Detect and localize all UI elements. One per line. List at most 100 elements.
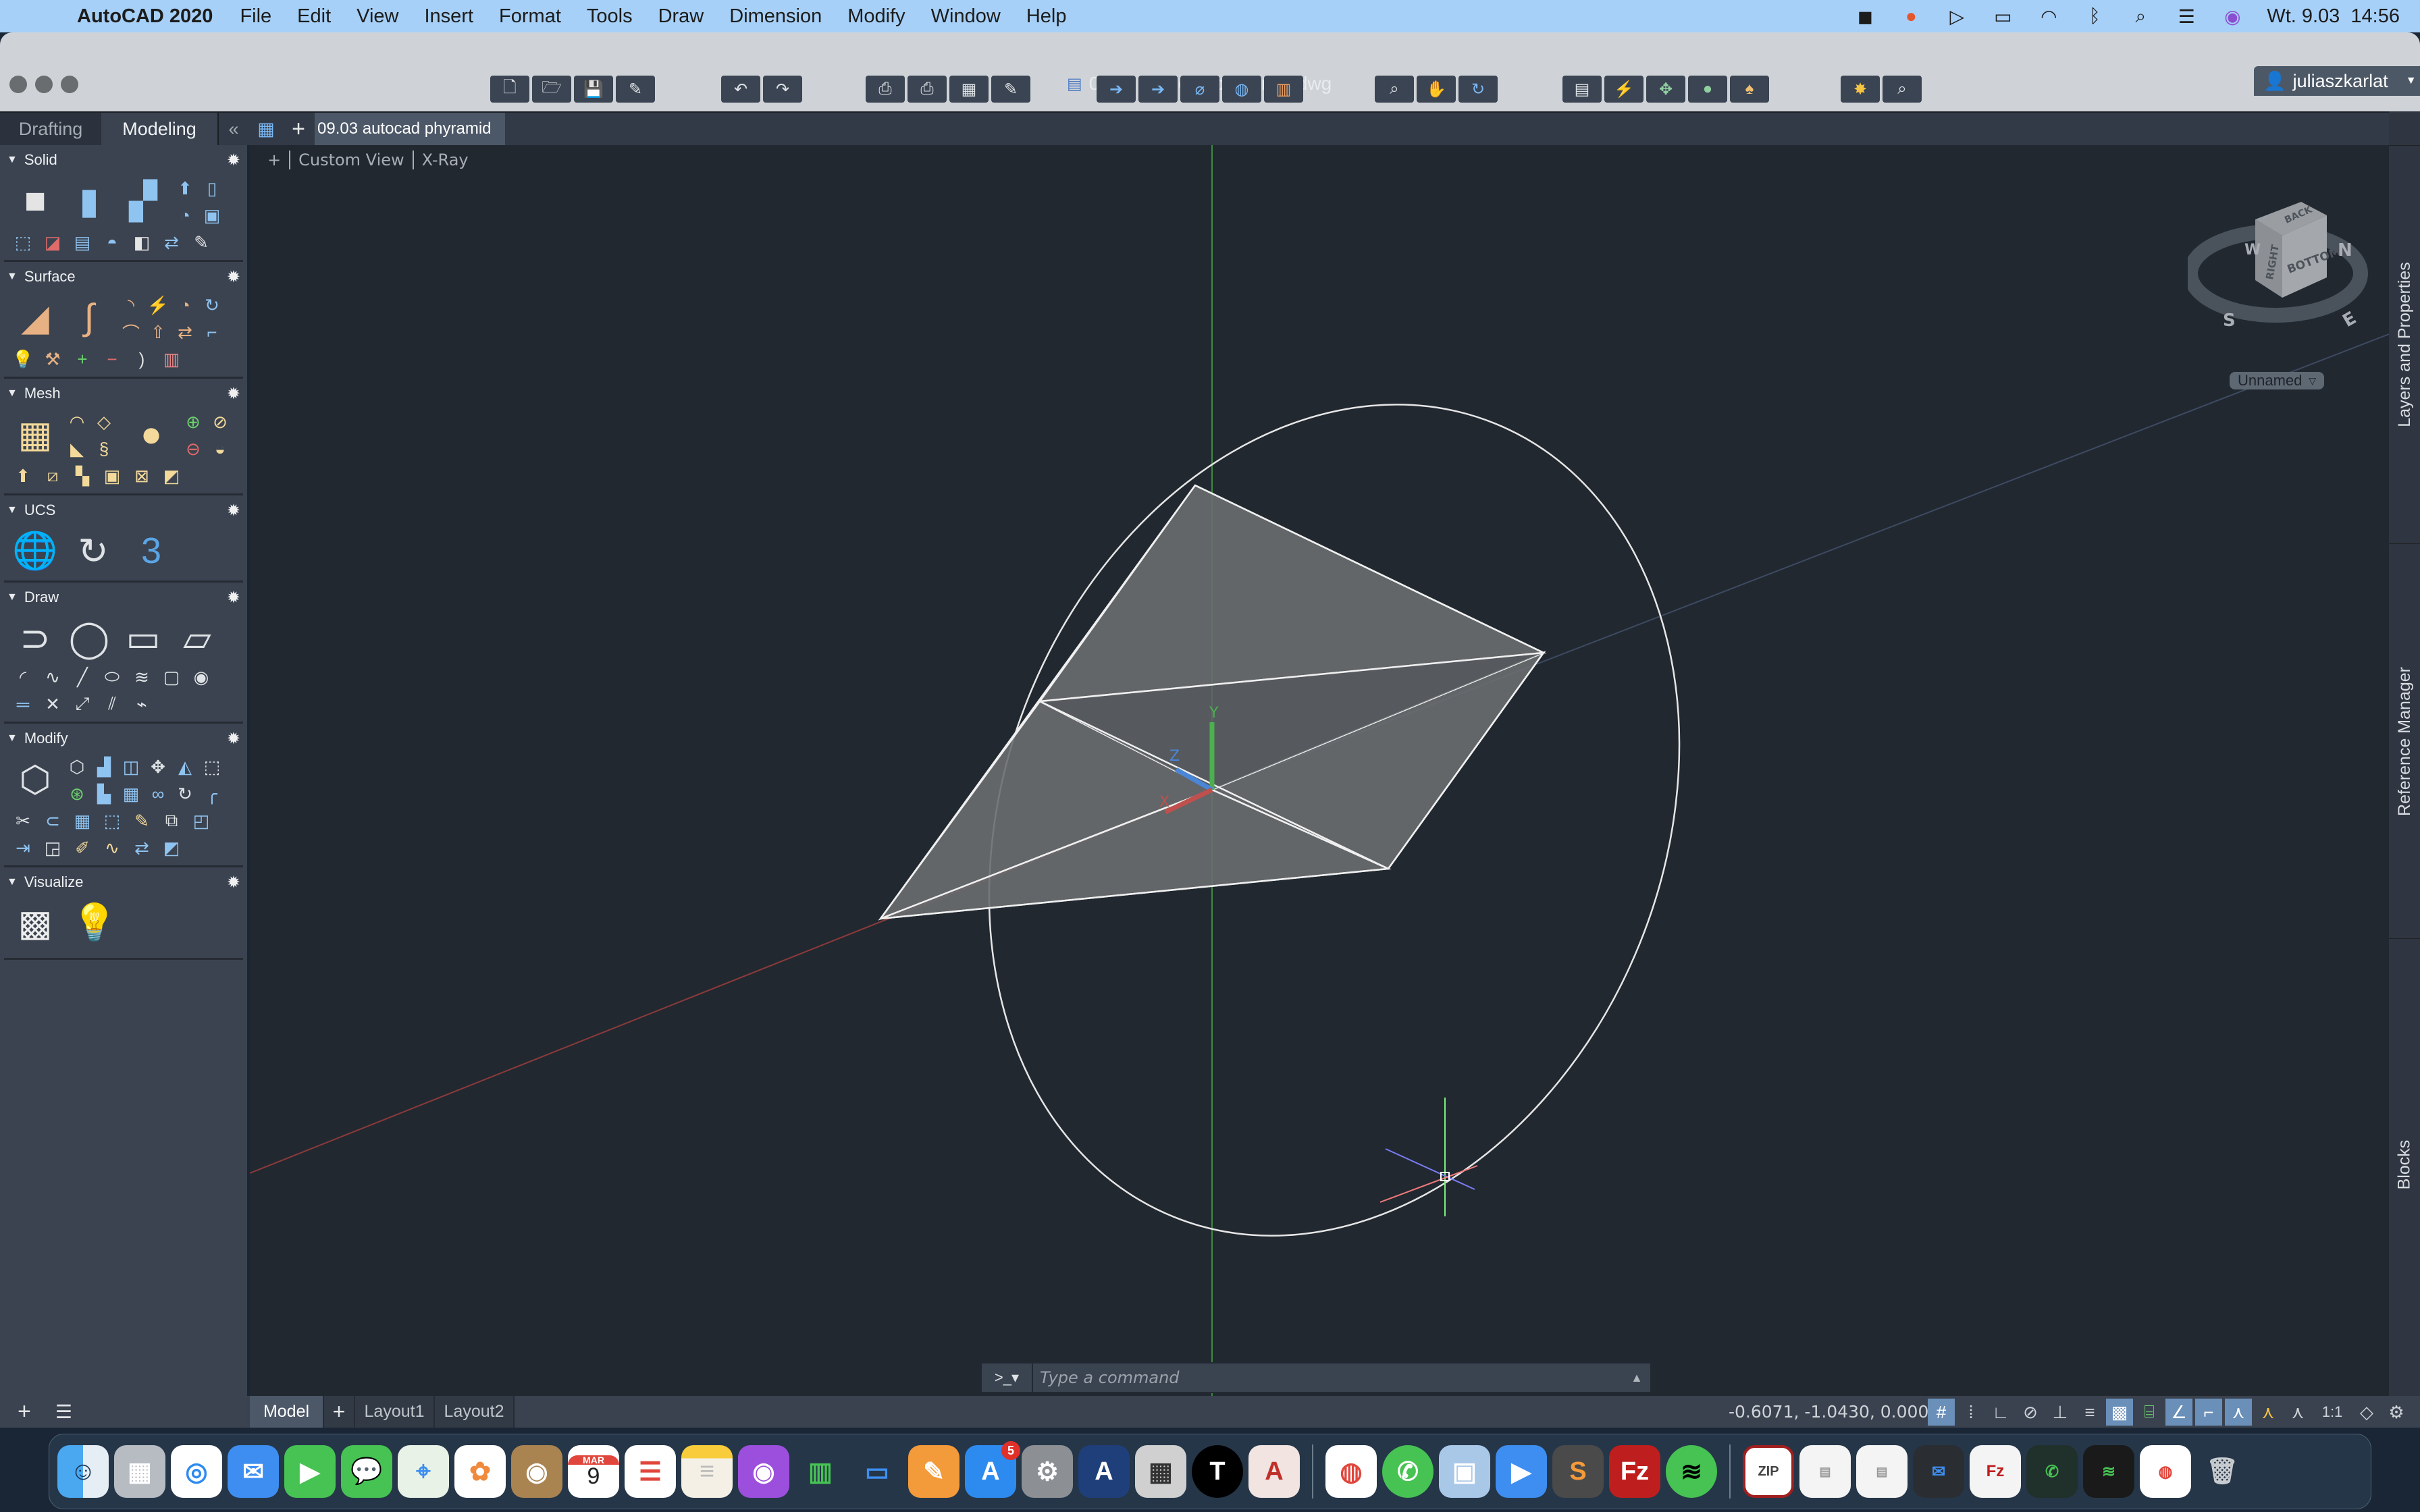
scale-icon[interactable]: ◰ <box>189 809 213 833</box>
menu-draw[interactable]: Draw <box>658 5 704 28</box>
match-properties-icon[interactable]: ✥ <box>1646 76 1685 103</box>
shell-icon[interactable]: ▣ <box>200 203 224 227</box>
gear-icon[interactable]: ✹ <box>227 873 240 892</box>
tab-layout1[interactable]: Layout1 <box>355 1396 435 1428</box>
dock-launchpad[interactable]: ▦ <box>114 1445 165 1498</box>
thicken-icon[interactable]: ▤ <box>70 230 95 254</box>
convert-smooth-faceted-icon[interactable]: ▚ <box>70 464 95 488</box>
annotation-scale-icon[interactable]: ⋏ <box>2284 1399 2311 1426</box>
command-input[interactable] <box>1033 1368 1623 1387</box>
dock-autocad[interactable]: A <box>1248 1445 1300 1498</box>
align-icon[interactable]: ▟ <box>92 755 116 779</box>
move-icon[interactable]: ✥ <box>146 755 170 779</box>
menu-dimension[interactable]: Dimension <box>729 5 822 28</box>
coordinates-readout[interactable]: -0.6071, -1.0430, 0.0000 <box>1729 1396 1939 1428</box>
screen-record-icon[interactable]: ◼ <box>1853 6 1876 27</box>
blocks-tab[interactable]: Blocks <box>2389 938 2420 1390</box>
redo-icon[interactable]: ↷ <box>763 76 802 103</box>
refine-mesh-icon[interactable]: ⊘ <box>208 410 232 434</box>
dock-zoom[interactable]: ▶ <box>1496 1445 1547 1498</box>
presspull-icon[interactable]: ⬆ <box>173 176 197 200</box>
dock-numbers[interactable]: ▥ <box>795 1445 846 1498</box>
convert-solid-icon[interactable]: ⇄ <box>159 230 184 254</box>
rectangle-icon[interactable]: ▭ <box>119 614 167 662</box>
annotation-scale-dropdown[interactable]: 1:1 <box>2314 1399 2350 1426</box>
revolved-mesh-icon[interactable]: ◠ <box>65 410 89 434</box>
project-geometry-icon[interactable]: ⌐ <box>200 320 224 344</box>
render-icon[interactable]: ✸ <box>1841 76 1880 103</box>
patch-icon[interactable]: ◝ <box>119 293 143 317</box>
compass-e[interactable]: E <box>2340 308 2360 331</box>
lineweight-icon[interactable]: ≡ <box>2076 1399 2103 1426</box>
extrude-icon[interactable]: ▮ <box>65 176 113 225</box>
lengthen-icon[interactable]: ⧉ <box>159 809 184 833</box>
collapse-palette-button[interactable]: « <box>217 113 248 145</box>
dock-contacts[interactable]: ◉ <box>511 1445 562 1498</box>
edit-polyline-icon[interactable]: ✐ <box>70 836 95 860</box>
expand-history-icon[interactable]: ▲ <box>1623 1371 1650 1385</box>
dock-keynote[interactable]: ▭ <box>851 1445 903 1498</box>
3d-object-snap-icon[interactable]: ∠ <box>2165 1399 2192 1426</box>
menu-modify[interactable]: Modify <box>847 5 905 28</box>
helix-icon[interactable]: ≋ <box>130 665 154 689</box>
array-icon[interactable]: ▦ <box>70 809 95 833</box>
orbit-icon[interactable]: ↻ <box>1458 76 1498 103</box>
named-view-dropdown[interactable]: Unnamed ▽ <box>2230 372 2325 389</box>
tab-model[interactable]: Model <box>250 1396 324 1428</box>
gear-icon[interactable]: ✹ <box>227 384 240 404</box>
dock-notes[interactable]: ≡ <box>681 1445 733 1498</box>
dock-mail[interactable]: ✉ <box>228 1445 279 1498</box>
dock-maps[interactable]: ⌖ <box>398 1445 449 1498</box>
compass-w[interactable]: W <box>2244 242 2261 259</box>
collapse-triangle-icon[interactable]: ▼ <box>7 154 18 166</box>
clock[interactable]: Wt. 9.03 14:56 <box>2267 5 2400 28</box>
convert-smooth-optimized-icon[interactable]: ▣ <box>100 464 124 488</box>
annotation-visibility-icon[interactable]: ⋏ <box>2225 1399 2252 1426</box>
gear-icon[interactable]: ✹ <box>227 151 240 170</box>
import-icon[interactable]: ➔ <box>1097 76 1136 103</box>
dock-facetime[interactable]: ▶ <box>284 1445 336 1498</box>
dock-sublime-text[interactable]: S <box>1552 1445 1604 1498</box>
snap-icon[interactable]: ⁞ <box>1957 1399 1984 1426</box>
collapse-triangle-icon[interactable]: ▼ <box>7 732 18 745</box>
join-icon[interactable]: ⇥ <box>11 836 35 860</box>
dock-filezilla[interactable]: Fz <box>1609 1445 1660 1498</box>
workspace-switch-icon[interactable]: ◇ <box>2353 1399 2380 1426</box>
arc-icon[interactable]: ◜ <box>11 665 35 689</box>
slice-icon[interactable]: ▯ <box>200 176 224 200</box>
document-tab[interactable]: 09.03 autocad phyramid <box>315 113 505 145</box>
gear-icon[interactable]: ✹ <box>227 501 240 520</box>
attach-icon[interactable]: ⌀ <box>1180 76 1219 103</box>
dock-messages[interactable]: 💬 <box>341 1445 392 1498</box>
extend-surface-icon[interactable]: ⇧ <box>146 320 170 344</box>
quick-select-icon[interactable]: ⚡ <box>1604 76 1643 103</box>
siri-icon[interactable]: ◉ <box>2221 6 2244 27</box>
palette-options-icon[interactable]: ☰ <box>55 1401 72 1423</box>
control-center-icon[interactable]: ☰ <box>2175 6 2198 27</box>
dimension-icon[interactable]: ⤢ <box>70 692 95 716</box>
mirror-3d-icon[interactable]: ◫ <box>119 755 143 779</box>
dock-preview[interactable]: ▣ <box>1439 1445 1490 1498</box>
menu-format[interactable]: Format <box>499 5 561 28</box>
mesh-box-icon[interactable]: ▦ <box>11 410 59 458</box>
align-3d-icon[interactable]: ▙ <box>92 782 116 806</box>
model-viewport[interactable]: Y Z X + Custom View X-Ray BACK RIGHT BOT… <box>250 145 2389 1396</box>
isolate-icon[interactable]: ● <box>1688 76 1727 103</box>
viewcube[interactable]: BACK RIGHT BOTTOM N S E W <box>2188 199 2389 361</box>
dock-trash[interactable]: 🗑 <box>2197 1445 2248 1498</box>
add-cv-icon[interactable]: + <box>70 347 95 371</box>
dock-photos[interactable]: ✿ <box>454 1445 506 1498</box>
dock-minimized-document[interactable]: ▤ <box>1799 1445 1851 1498</box>
three-point-ucs-icon[interactable]: 3 <box>127 526 176 575</box>
offset-surface-icon[interactable]: ⌒ <box>119 320 143 344</box>
edit-spline-icon[interactable]: ∿ <box>100 836 124 860</box>
extrude-face-icon[interactable]: ⬆ <box>11 464 35 488</box>
dock-system-preferences[interactable]: ⚙ <box>1022 1445 1073 1498</box>
offset-icon[interactable]: ⊂ <box>41 809 65 833</box>
reference-manager-tab[interactable]: Reference Manager <box>2389 543 2420 938</box>
properties-icon[interactable]: ▤ <box>1562 76 1602 103</box>
ellipse-icon[interactable]: ⬭ <box>100 665 124 689</box>
network-surface-icon[interactable]: ◢ <box>11 293 59 342</box>
compass-s[interactable]: S <box>2223 310 2236 331</box>
dock-podcasts[interactable]: ◉ <box>738 1445 789 1498</box>
